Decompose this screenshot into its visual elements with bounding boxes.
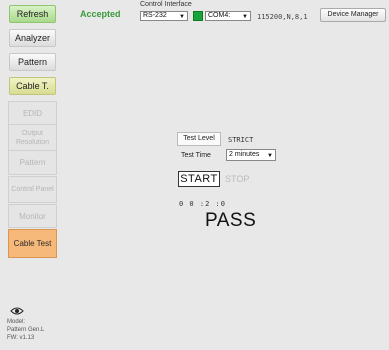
test-level-value: STRICT — [228, 136, 254, 144]
test-result: PASS — [205, 210, 257, 231]
test-time-value: 2 minutes — [229, 151, 260, 158]
sidebar-item-label: Monitor — [19, 211, 46, 221]
sidebar-item-edid[interactable]: EDID — [8, 101, 57, 125]
sidebar-item-monitor[interactable]: Monitor — [8, 204, 57, 228]
model-name: Pattern Gen.L — [7, 327, 45, 333]
model-info: Model: Pattern Gen.L FW: v1.13 — [7, 318, 44, 342]
cable-test-tab-button[interactable]: Cable T. — [9, 77, 56, 95]
sidebar-item-cable-test[interactable]: Cable Test — [8, 229, 57, 258]
port-select[interactable]: COM4: ▼ — [205, 11, 251, 21]
port-select-value: COM4: — [208, 12, 231, 19]
sidebar-item-control-panel[interactable]: Control Panel — [8, 176, 57, 203]
sidebar-item-label: Pattern — [19, 158, 46, 167]
sidebar-item-label: EDID — [22, 108, 43, 118]
start-button[interactable]: START — [178, 171, 220, 187]
firmware-version: FW: v1.13 — [7, 335, 35, 341]
chevron-down-icon: ▼ — [242, 14, 248, 20]
control-interface-title: Control Interface — [140, 1, 192, 8]
sidebar-item-label: Cable Test — [13, 239, 52, 248]
sidebar-item-label: Output Resolution — [15, 130, 50, 146]
chevron-down-icon: ▼ — [179, 14, 185, 20]
baud-settings: 115200,N,8,1 — [257, 13, 308, 21]
device-manager-button[interactable]: Device Manager — [320, 8, 386, 22]
analyzer-button[interactable]: Analyzer — [9, 29, 56, 47]
stop-button[interactable]: STOP — [225, 174, 249, 184]
accepted-status: Accepted — [80, 9, 121, 19]
model-label: Model: — [7, 319, 26, 325]
connection-status-indicator — [193, 11, 203, 21]
sidebar-item-label: Control Panel — [11, 186, 54, 193]
chevron-down-icon: ▼ — [267, 153, 273, 159]
refresh-button[interactable]: Refresh — [9, 5, 56, 23]
interface-select[interactable]: RS-232 ▼ — [140, 11, 188, 21]
test-time-select[interactable]: 2 minutes ▼ — [226, 149, 276, 161]
sidebar-item-output-resolution[interactable]: Output Resolution — [8, 124, 57, 152]
test-time-label: Test Time — [181, 152, 211, 159]
eye-icon[interactable] — [10, 307, 24, 315]
interface-select-value: RS-232 — [143, 12, 167, 19]
sidebar-item-pattern[interactable]: Pattern — [8, 150, 57, 175]
test-timer: 0 0 :2 :0 — [179, 200, 226, 208]
pattern-button[interactable]: Pattern — [9, 53, 56, 71]
test-level-button[interactable]: Test Level — [177, 132, 221, 146]
